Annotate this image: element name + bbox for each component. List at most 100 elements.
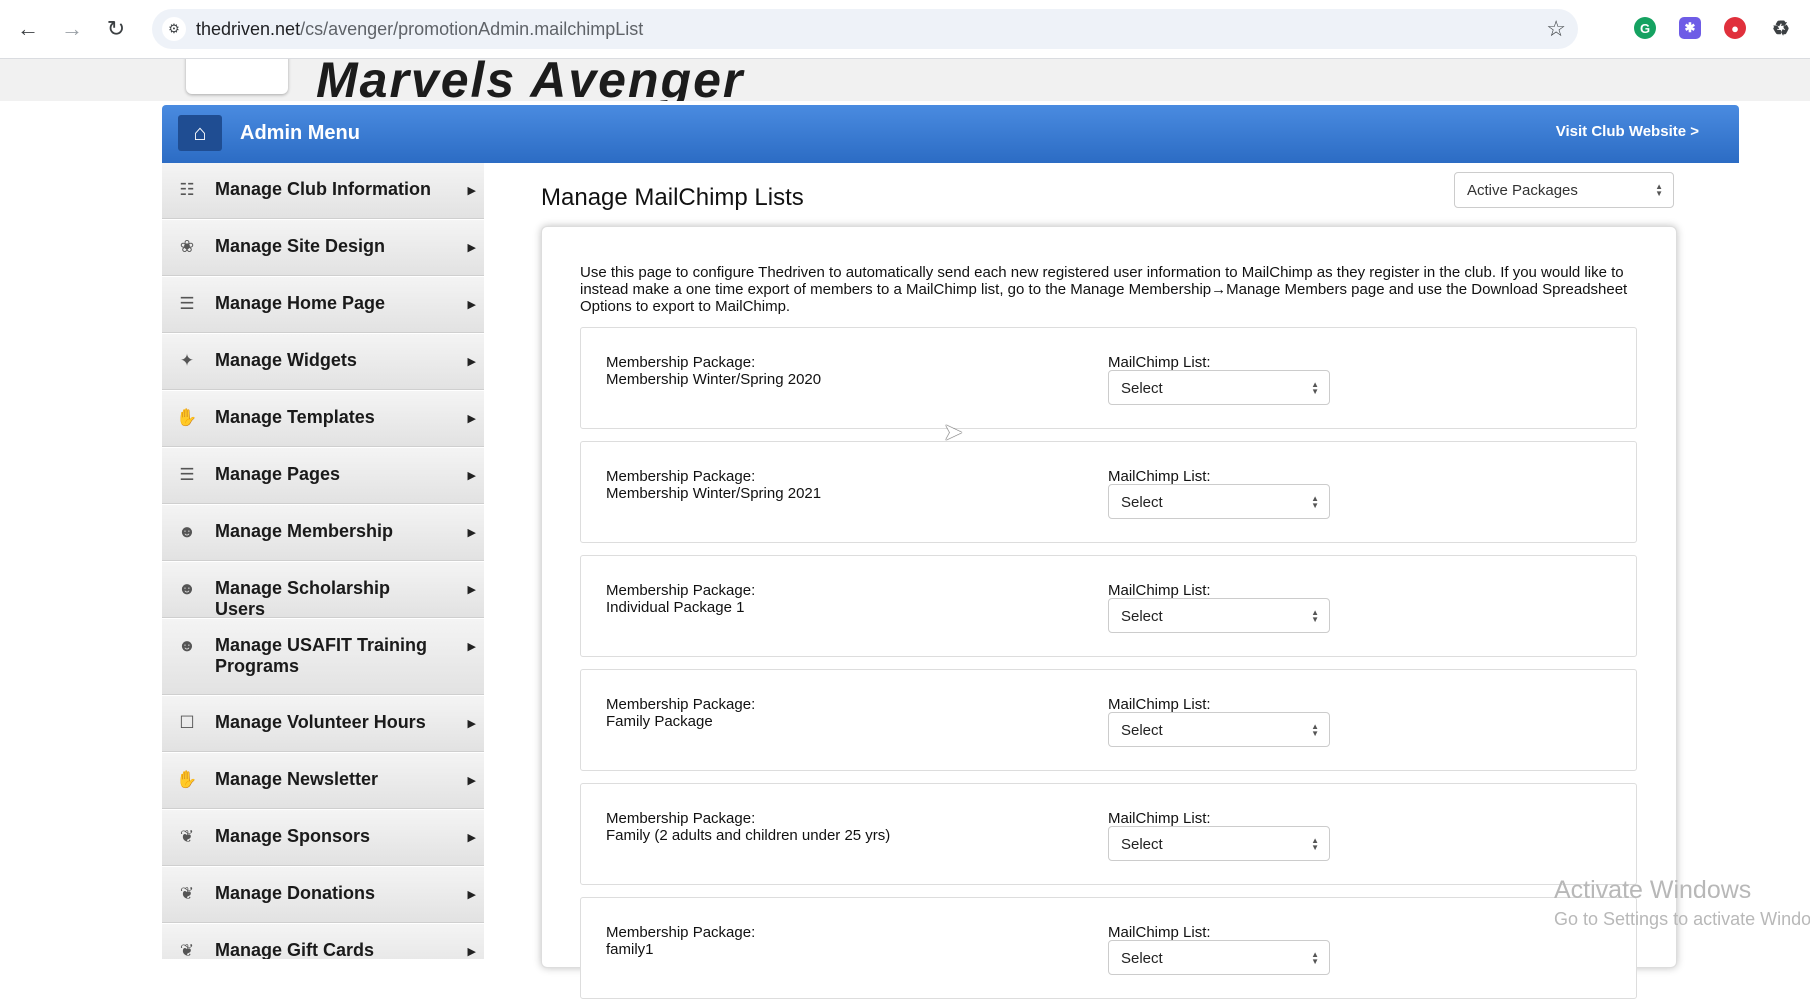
club-logo[interactable] — [186, 59, 288, 94]
package-row: Membership Package: Membership Winter/Spr… — [580, 327, 1637, 429]
sidebar-item[interactable]: ❀ Manage Site Design ▶ — [162, 220, 484, 276]
mailchimp-list-label: MailChimp List: — [1108, 810, 1211, 827]
sidebar-item[interactable]: ☰ Manage Home Page ▶ — [162, 277, 484, 333]
browser-toolbar: ← → ↻ ⚙ thedriven.net/cs/avenger/promoti… — [0, 0, 1810, 59]
sidebar-item-label: Manage Scholarship Users — [215, 578, 391, 619]
sidebar-item[interactable]: ☰ Manage Pages ▶ — [162, 448, 484, 504]
select-value: Select — [1121, 494, 1163, 511]
mailchimp-list-select[interactable]: Select ▲ ▼ — [1108, 598, 1330, 633]
expand-arrow-icon: ▶ — [467, 299, 476, 311]
expand-arrow-icon: ▶ — [467, 641, 476, 653]
document-icon: ☷ — [179, 180, 195, 199]
package-name: Membership Package: Membership Winter/Spr… — [606, 468, 821, 502]
select-arrows-icon: ▲ ▼ — [1311, 949, 1319, 966]
select-arrows-icon: ▲ ▼ — [1311, 379, 1319, 396]
handshake-icon: ❦ — [179, 941, 195, 959]
mailchimp-lists-panel: Use this page to configure Thedriven to … — [541, 226, 1677, 999]
calendar-icon: ☐ — [179, 713, 195, 732]
sidebar-item-label: Manage Home Page — [215, 293, 386, 313]
extensions-puzzle-icon[interactable]: ♻ — [1770, 17, 1792, 40]
palette-icon: ❀ — [179, 237, 195, 256]
sidebar-item[interactable]: ✦ Manage Widgets ▶ — [162, 334, 484, 390]
select-arrows-icon: ▲ ▼ — [1311, 607, 1319, 624]
sidebar-item[interactable]: ✋ Manage Templates ▶ — [162, 391, 484, 447]
select-arrows-icon: ▲ ▼ — [1311, 721, 1319, 738]
sidebar-item[interactable]: ☻ Manage Membership ▶ — [162, 505, 484, 561]
sidebar-item-label: Manage Club Information — [215, 179, 431, 199]
package-name: Membership Package: Membership Winter/Spr… — [606, 354, 821, 388]
grammarly-extension-icon[interactable]: G — [1634, 17, 1656, 39]
package-row: Membership Package: family1 MailChimp List… — [580, 897, 1637, 999]
sidebar-item-label: Manage Newsletter — [215, 769, 379, 789]
puzzle-icon: ✦ — [179, 351, 195, 370]
sidebar-item[interactable]: ❦ Manage Sponsors ▶ — [162, 810, 484, 866]
url-text[interactable]: thedriven.net/cs/avenger/promotionAdmin.… — [196, 19, 643, 40]
page-icon: ☰ — [179, 294, 195, 313]
url-path: /cs/avenger/promotionAdmin.mailchimpList — [300, 19, 644, 39]
handshake-icon: ❦ — [179, 884, 195, 903]
watermark-line1: Activate Windows — [1554, 876, 1752, 904]
expand-arrow-icon: ▶ — [467, 832, 476, 844]
package-title: family1 — [606, 941, 654, 958]
package-title: Family Package — [606, 713, 713, 730]
url-domain: thedriven.net — [196, 19, 301, 39]
package-prefix: Membership Package: — [606, 924, 756, 941]
site-info-icon[interactable]: ⚙ — [162, 17, 186, 41]
user-icon: ☻ — [178, 636, 196, 655]
admin-menu-bar: ⌂ Admin Menu Visit Club Website > — [162, 105, 1739, 163]
page-icon: ☰ — [179, 465, 195, 484]
forward-arrow-icon[interactable]: → — [56, 13, 88, 45]
mailchimp-list-select[interactable]: Select ▲ ▼ — [1108, 370, 1330, 405]
watermark-line2: Go to Settings to activate Windows. — [1554, 909, 1810, 929]
extension-icon[interactable]: ✱ — [1679, 17, 1701, 39]
expand-arrow-icon: ▶ — [467, 889, 476, 901]
mailchimp-list-select[interactable]: Select ▲ ▼ — [1108, 484, 1330, 519]
expand-arrow-icon: ▶ — [467, 413, 476, 425]
sidebar-item-label: Manage USAFIT Training Programs — [215, 635, 428, 676]
sidebar-item[interactable]: ☻ Manage Scholarship Users ▶ — [162, 562, 484, 619]
sidebar-item-label: Manage Templates — [215, 407, 375, 427]
mailchimp-list-select[interactable]: Select ▲ ▼ — [1108, 940, 1330, 975]
package-name: Membership Package: Individual Package 1 — [606, 582, 755, 616]
package-row: Membership Package: Family Package MailChi… — [580, 669, 1637, 771]
back-arrow-icon[interactable]: ← — [12, 13, 44, 45]
sidebar-item[interactable]: ❦ Manage Donations ▶ — [162, 867, 484, 923]
visit-club-website-link[interactable]: Visit Club Website > — [1556, 123, 1699, 140]
expand-arrow-icon: ▶ — [467, 242, 476, 254]
hand-icon: ✋ — [176, 408, 198, 427]
home-icon[interactable]: ⌂ — [178, 115, 222, 151]
mailchimp-list-label: MailChimp List: — [1108, 924, 1211, 941]
mailchimp-list-label: MailChimp List: — [1108, 468, 1211, 485]
select-value: Select — [1121, 836, 1163, 853]
select-arrows-icon: ▲ ▼ — [1655, 182, 1663, 198]
user-icon: ☻ — [178, 579, 196, 598]
package-prefix: Membership Package: — [606, 582, 756, 599]
mailchimp-list-select[interactable]: Select ▲ ▼ — [1108, 826, 1330, 861]
bookmark-star-icon[interactable]: ☆ — [1546, 16, 1566, 42]
mailchimp-list-label: MailChimp List: — [1108, 354, 1211, 371]
package-title: Individual Package 1 — [606, 599, 745, 616]
sidebar-item[interactable]: ✋ Manage Newsletter ▶ — [162, 753, 484, 809]
package-prefix: Membership Package: — [606, 810, 756, 827]
reload-icon[interactable]: ↻ — [100, 13, 132, 45]
mailchimp-list-select[interactable]: Select ▲ ▼ — [1108, 712, 1330, 747]
expand-arrow-icon: ▶ — [467, 946, 476, 958]
pokeball-extension-icon[interactable]: ● — [1724, 17, 1746, 39]
sidebar-item[interactable]: ☷ Manage Club Information ▶ — [162, 163, 484, 219]
sidebar-item-label: Manage Membership — [215, 521, 394, 541]
sidebar-item[interactable]: ☻ Manage USAFIT Training Programs ▶ — [162, 619, 484, 695]
admin-sidebar: ☷ Manage Club Information ▶ ❀ Manage Site De… — [162, 163, 484, 959]
sidebar-item[interactable]: ☐ Manage Volunteer Hours ▶ — [162, 696, 484, 752]
package-filter-select[interactable]: Active Packages ▲ ▼ — [1454, 172, 1674, 208]
sidebar-item[interactable]: ❦ Manage Gift Cards ▶ — [162, 924, 484, 959]
select-value: Select — [1121, 722, 1163, 739]
site-title: Marvels Avenger — [316, 59, 745, 101]
package-prefix: Membership Package: — [606, 354, 756, 371]
site-header: Marvels Avenger — [0, 59, 1810, 101]
address-bar[interactable]: ⚙ thedriven.net/cs/avenger/promotionAdmi… — [152, 9, 1578, 49]
select-value: Select — [1121, 380, 1163, 397]
sidebar-item-label: Manage Donations — [215, 883, 376, 903]
sidebar-item-label: Manage Site Design — [215, 236, 386, 256]
expand-arrow-icon: ▶ — [467, 584, 476, 596]
user-icon: ☻ — [178, 522, 196, 541]
